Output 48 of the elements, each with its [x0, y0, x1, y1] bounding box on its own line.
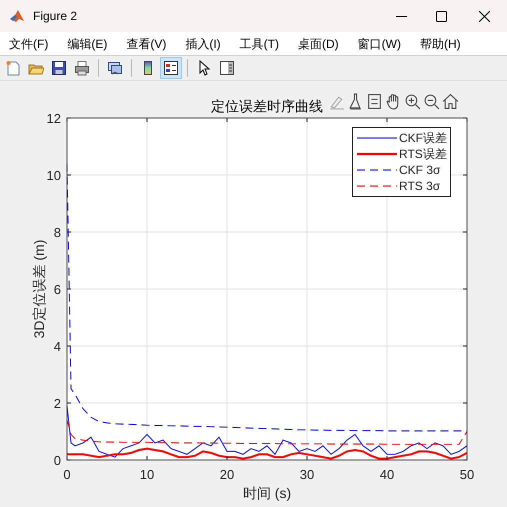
legend-button[interactable]: [160, 57, 182, 79]
menu-item[interactable]: 查看(V): [121, 34, 172, 52]
menu-item[interactable]: 编辑(E): [62, 34, 112, 52]
datatip-icon[interactable]: [347, 93, 364, 110]
x-tick-label: 10: [140, 467, 154, 482]
y-tick-label: 8: [54, 225, 61, 240]
new-file-icon: [5, 60, 21, 76]
close-icon: [478, 10, 490, 22]
printer-icon: [74, 60, 90, 76]
x-tick-label: 50: [460, 467, 474, 482]
menu-item[interactable]: 工具(T): [234, 34, 284, 52]
x-tick-label: 0: [63, 467, 71, 482]
panel-icon: [219, 60, 235, 76]
y-tick-label: 0: [54, 453, 61, 468]
y-tick-label: 12: [46, 111, 61, 126]
linked-windows-icon: [107, 60, 123, 76]
legend-label: RTS 3σ: [399, 180, 440, 192]
app-icon: [9, 8, 25, 24]
y-tick-label: 2: [54, 396, 61, 411]
y-tick-label: 4: [54, 339, 61, 354]
menu-item[interactable]: 窗口(W): [352, 34, 406, 52]
legend-line: [357, 183, 397, 189]
maximize-icon: [436, 10, 446, 22]
legend-line: [357, 151, 397, 157]
menu-item[interactable]: 桌面(D): [292, 34, 344, 52]
home-icon[interactable]: [442, 93, 459, 110]
legend-line: [357, 167, 397, 173]
y-axis-label: 3D定位误差 (m): [31, 240, 47, 338]
window-title: Figure 2: [33, 8, 78, 25]
save-icon: [51, 60, 67, 76]
menu-item[interactable]: 插入(I): [180, 34, 226, 52]
x-tick-label: 30: [300, 467, 314, 482]
y-tick-label: 6: [54, 282, 61, 297]
legend-icon: [163, 60, 179, 76]
legend-label: CKF 3σ: [399, 164, 440, 176]
legend-label: RTS误差: [399, 148, 447, 160]
x-tick-label: 40: [380, 467, 394, 482]
menu-item[interactable]: 文件(F): [4, 34, 54, 52]
zoom-in-icon[interactable]: [404, 93, 421, 110]
x-axis-label: 时间 (s): [242, 485, 292, 501]
y-tick-label: 10: [46, 168, 61, 183]
list-icon[interactable]: [366, 93, 383, 110]
x-tick-label: 20: [220, 467, 234, 482]
menu-item[interactable]: 帮助(H): [414, 34, 466, 52]
legend-label: CKF误差: [399, 132, 447, 144]
chart-title: 定位误差时序曲线: [211, 98, 323, 114]
legend-line: [357, 135, 397, 141]
zoom-out-icon[interactable]: [423, 93, 440, 110]
